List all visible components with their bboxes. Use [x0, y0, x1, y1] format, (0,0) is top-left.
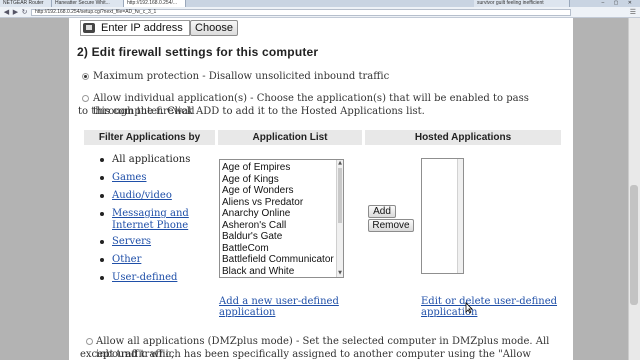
browser-tab-active[interactable]: http://192.168.0.254/...	[124, 0, 186, 7]
reload-icon[interactable]: ↻	[20, 8, 29, 17]
app-list-item[interactable]: Anarchy Online	[222, 208, 290, 219]
ip-address-field[interactable]: Enter IP address	[80, 20, 190, 36]
filter-link-games[interactable]: Games	[112, 172, 146, 183]
app-list-item[interactable]: Baldur's Gate	[222, 231, 282, 242]
filter-link-servers[interactable]: Servers	[112, 236, 151, 247]
header-filter-applications: Filter Applications by	[84, 130, 215, 145]
browser-tab[interactable]: NETGEAR Router	[0, 0, 52, 7]
bullet	[100, 194, 104, 198]
bullet	[100, 258, 104, 262]
option-allow-individual-label-line2: to this computer. Click ADD to add it to…	[78, 106, 425, 117]
browser-tab[interactable]: survivor guilt feeling inefficient	[474, 0, 570, 7]
radio-allow-individual[interactable]	[82, 95, 89, 102]
bullet	[100, 158, 104, 162]
radio-dmzplus[interactable]	[86, 338, 93, 345]
back-icon[interactable]: ◀	[2, 8, 11, 17]
app-list-item[interactable]: BattleCom	[222, 243, 269, 254]
header-application-list: Application List	[218, 130, 362, 145]
radio-maximum-protection[interactable]	[82, 73, 89, 80]
window-controls[interactable]: – ▢ ✕	[602, 0, 636, 7]
application-listbox[interactable]: Age of Empires Age of Kings Age of Wonde…	[219, 159, 344, 278]
option-max-protection-label: Maximum protection - Disallow unsolicite…	[93, 71, 390, 82]
page-gutter-left	[0, 18, 69, 360]
remove-button[interactable]: Remove	[368, 219, 414, 232]
filter-link-other[interactable]: Other	[112, 254, 141, 265]
browser-tab[interactable]: Haneatter Secure Whit...	[52, 0, 124, 7]
menu-icon[interactable]: ☰	[630, 8, 636, 17]
app-list-item[interactable]: Battlefield Communicator	[222, 254, 334, 265]
section-title: 2) Edit firewall settings for this compu…	[77, 45, 319, 59]
add-user-defined-link-wrap: Add a new user-defined application	[219, 296, 359, 318]
listbox-scrollbar[interactable]: ▲ ▼	[336, 160, 343, 277]
app-list-item[interactable]: Age of Empires	[222, 162, 290, 173]
scroll-down-icon[interactable]: ▼	[337, 270, 343, 276]
add-button[interactable]: Add	[368, 205, 396, 218]
app-list-item[interactable]: Age of Kings	[222, 174, 279, 185]
page-gutter-right	[573, 18, 628, 360]
scroll-up-icon[interactable]: ▲	[337, 160, 343, 166]
filter-label: All applications	[112, 154, 191, 165]
bullet	[100, 276, 104, 280]
mouse-cursor-icon	[465, 302, 473, 314]
browser-toolbar: ◀ ▶ ↻ http://192.168.0.254/setup.cgi?nex…	[0, 7, 640, 18]
listbox-scroll-thumb[interactable]	[338, 168, 342, 223]
choose-button[interactable]: Choose	[190, 20, 238, 36]
add-user-defined-link[interactable]: Add a new user-defined application	[219, 296, 339, 318]
computer-icon	[83, 23, 95, 33]
option-dmzplus-label-line2: except traffic which has been specifical…	[80, 349, 531, 360]
app-list-item[interactable]: Black and White	[222, 266, 294, 277]
bullet	[100, 212, 104, 216]
filter-link-user-defined[interactable]: User-defined	[112, 272, 177, 283]
app-list-item[interactable]: Asheron's Call	[222, 220, 286, 231]
edit-user-defined-link-wrap: Edit or delete user-defined application	[421, 296, 571, 318]
edit-user-defined-link[interactable]: Edit or delete user-defined application	[421, 296, 557, 318]
filter-link-messaging[interactable]: Messaging and Internet Phone	[112, 208, 189, 231]
filter-link-audio-video[interactable]: Audio/video	[112, 190, 172, 201]
app-list-item[interactable]: Aliens vs Predator	[222, 197, 303, 208]
bullet	[100, 176, 104, 180]
bullet	[100, 240, 104, 244]
page-scroll-thumb[interactable]	[630, 185, 638, 305]
address-bar[interactable]: http://192.168.0.254/setup.cgi?next_file…	[31, 9, 571, 16]
header-hosted-applications: Hosted Applications	[365, 130, 561, 145]
app-list-item[interactable]: Age of Wonders	[222, 185, 294, 196]
browser-tab-bar: NETGEAR Router Haneatter Secure Whit... …	[0, 0, 640, 7]
forward-icon[interactable]: ▶	[11, 8, 20, 17]
hosted-applications-listbox[interactable]	[421, 158, 464, 274]
